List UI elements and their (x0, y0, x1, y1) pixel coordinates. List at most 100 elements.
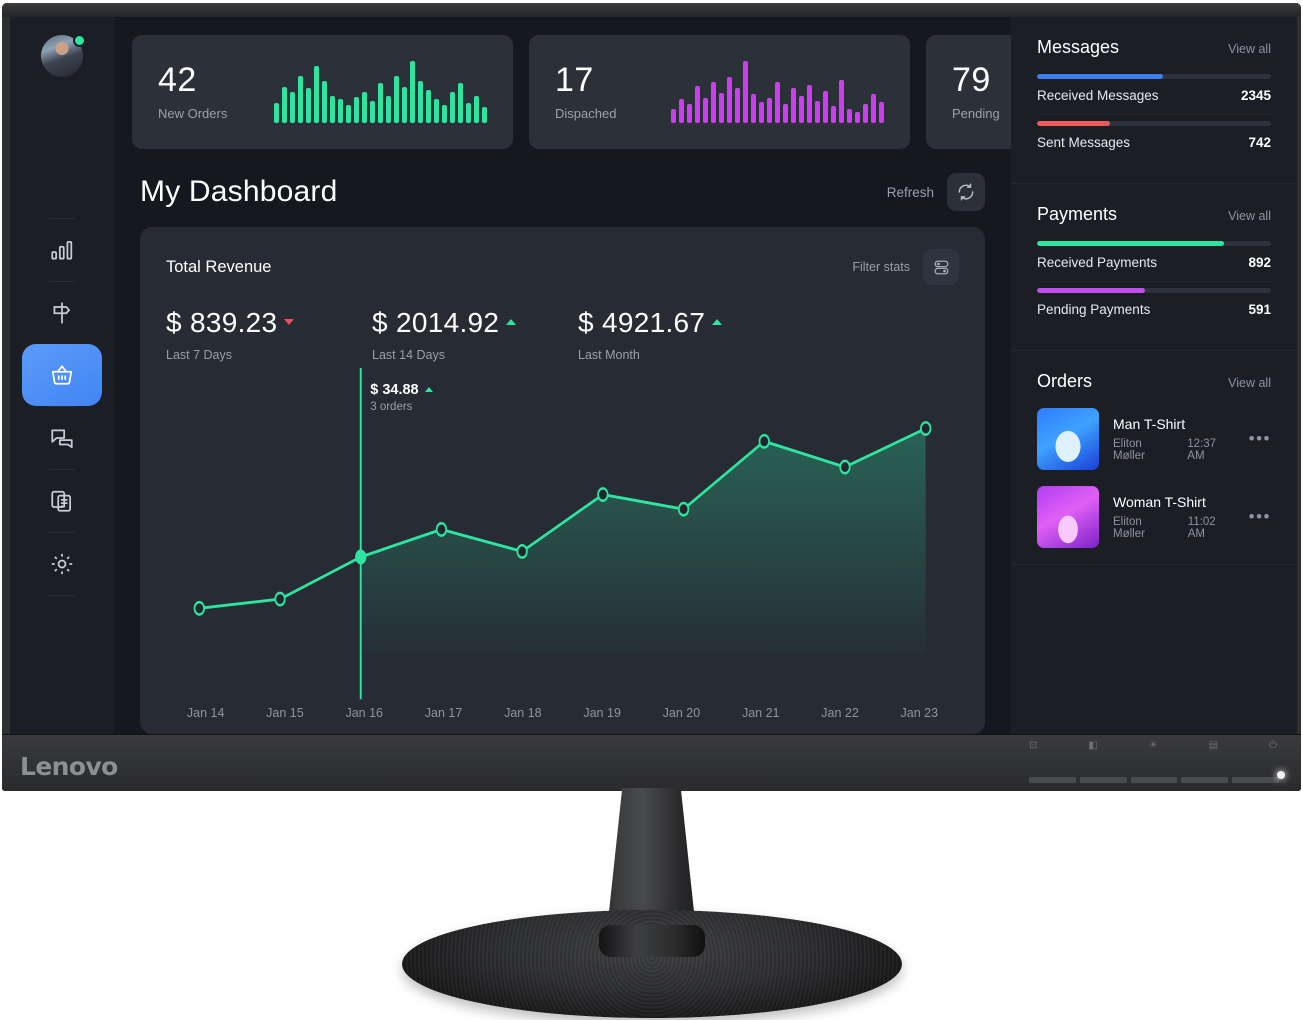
orders-view-all-link[interactable]: View all (1228, 376, 1271, 390)
order-more-button[interactable]: ••• (1249, 429, 1271, 449)
metric-received-messages: Received Messages 2345 (1037, 74, 1271, 115)
sidebar-nav (22, 217, 102, 596)
x-axis-label: Jan 16 (345, 706, 383, 720)
input-source-icon[interactable]: ⊡ (1029, 740, 1037, 752)
chart-point[interactable] (435, 522, 448, 537)
order-info: Woman T-Shirt Eliton Møller 11:02 AM (1113, 494, 1235, 540)
chart-point[interactable] (516, 543, 528, 559)
chart-point[interactable] (758, 433, 770, 449)
order-info: Man T-Shirt Eliton Møller 12:37 AM (1113, 416, 1235, 462)
order-meta: Eliton Møller 11:02 AM (1113, 516, 1235, 540)
spark-bar (671, 108, 676, 123)
revenue-period: Last Month (578, 348, 640, 362)
progress-track (1037, 288, 1271, 293)
x-axis-label: Jan 23 (900, 706, 939, 720)
brightness-icon[interactable]: ☀ (1149, 740, 1158, 752)
sidebar-item-settings[interactable] (22, 533, 102, 595)
revenue-figure: $ 4921.67 Last Month (578, 307, 784, 362)
messages-view-all-link[interactable]: View all (1228, 42, 1271, 56)
avatar[interactable] (39, 33, 86, 79)
bezel-top-strip (2, 3, 1301, 17)
spark-bar (807, 84, 812, 123)
revenue-line-chart[interactable]: $ 34.88 3 orders (166, 368, 959, 706)
osd-button[interactable] (1079, 777, 1127, 783)
osd-button[interactable] (1130, 777, 1178, 783)
osd-button[interactable] (1029, 777, 1076, 783)
messages-header: Messages View all (1037, 37, 1271, 58)
spark-bar (322, 81, 327, 123)
spark-bar (298, 75, 303, 123)
payments-title: Payments (1037, 204, 1118, 224)
filter-control: Filter stats (852, 249, 959, 285)
x-axis-label: Jan 15 (266, 706, 304, 720)
messages-panel: Messages View all Received Messages 2345 (1011, 17, 1297, 184)
spark-bar (426, 90, 431, 123)
contrast-icon[interactable]: ◧ (1088, 740, 1097, 752)
menu-icon[interactable]: ▤ (1209, 740, 1218, 752)
monitor-scene: 42 New Orders 17 Dispached 79 Pending My… (0, 0, 1303, 1020)
spark-bar (418, 81, 423, 123)
spark-bar (474, 95, 479, 123)
refresh-button[interactable] (947, 173, 985, 211)
power-led (1277, 771, 1285, 779)
spark-bar (354, 97, 359, 123)
progress-fill (1037, 121, 1110, 126)
power-icon[interactable]: ⏻ (1269, 740, 1277, 752)
sidebar-item-campaigns[interactable] (22, 282, 102, 344)
chart-point[interactable] (920, 421, 932, 436)
metric-row: Received Payments 892 (1037, 255, 1271, 282)
dashboard-header: My Dashboard Refresh (114, 159, 1011, 217)
order-more-button[interactable]: ••• (1249, 507, 1271, 527)
stat-value: 17 (555, 61, 594, 100)
spark-bar (282, 86, 287, 123)
total-revenue-card: Total Revenue Filter stats $ 839.23 Last… (140, 227, 985, 734)
order-buyer: Eliton Møller (1113, 516, 1145, 540)
stat-text: 42 New Orders (158, 62, 254, 120)
status-badge (73, 34, 86, 47)
spark-bar (410, 61, 415, 123)
list-item[interactable]: Man T-Shirt Eliton Møller 12:37 AM ••• (1037, 408, 1271, 470)
spark-bar (847, 108, 852, 123)
payments-view-all-link[interactable]: View all (1228, 209, 1271, 223)
chart-point[interactable] (193, 600, 205, 616)
payments-panel: Payments View all Received Payments 892 (1011, 184, 1297, 351)
chart-point[interactable] (677, 501, 690, 517)
x-axis-label: Jan 14 (186, 706, 225, 720)
chart-point[interactable] (274, 591, 286, 607)
spark-bar (362, 92, 367, 123)
spark-bar (783, 103, 788, 123)
spark-bar (306, 88, 311, 123)
sidebar-item-analytics[interactable] (22, 219, 102, 281)
monitor-chin: Lenovo ⊡ ◧ ☀ ▤ ⏻ (2, 734, 1301, 791)
osd-button[interactable] (1232, 777, 1279, 783)
left-sidebar (10, 17, 114, 734)
metric-row: Sent Messages 742 (1037, 135, 1271, 161)
order-buyer: Eliton Møller (1113, 438, 1145, 462)
revenue-period: Last 7 Days (166, 348, 233, 362)
osd-button-strip (1029, 771, 1285, 783)
chart-point[interactable] (839, 459, 851, 475)
osd-button[interactable] (1181, 777, 1229, 783)
order-time: 12:37 AM (1187, 438, 1217, 462)
sidebar-item-documents[interactable] (22, 470, 102, 532)
list-item[interactable]: Woman T-Shirt Eliton Møller 11:02 AM ••• (1037, 486, 1271, 548)
spark-bar (695, 86, 700, 123)
chart-point[interactable] (355, 549, 367, 565)
chart-point[interactable] (597, 487, 609, 502)
spark-bar (879, 102, 884, 123)
revenue-amount: $ 839.23 (166, 307, 278, 338)
spark-bar (711, 81, 716, 123)
metric-value: 2345 (1240, 88, 1271, 103)
sidebar-item-orders[interactable] (22, 343, 102, 406)
spark-bar (775, 81, 780, 123)
revenue-title: Total Revenue (166, 257, 272, 276)
spark-bar (466, 102, 471, 123)
progress-fill (1037, 241, 1225, 246)
filter-stats-button[interactable] (923, 249, 959, 285)
revenue-amount-row: $ 4921.67 (578, 307, 784, 339)
sidebar-item-messages[interactable] (22, 407, 102, 469)
revenue-amount-row: $ 2014.92 (372, 307, 578, 339)
stat-card-new-orders[interactable]: 42 New Orders (132, 35, 513, 149)
progress-track (1037, 74, 1271, 79)
stat-card-dispached[interactable]: 17 Dispached (529, 35, 910, 149)
